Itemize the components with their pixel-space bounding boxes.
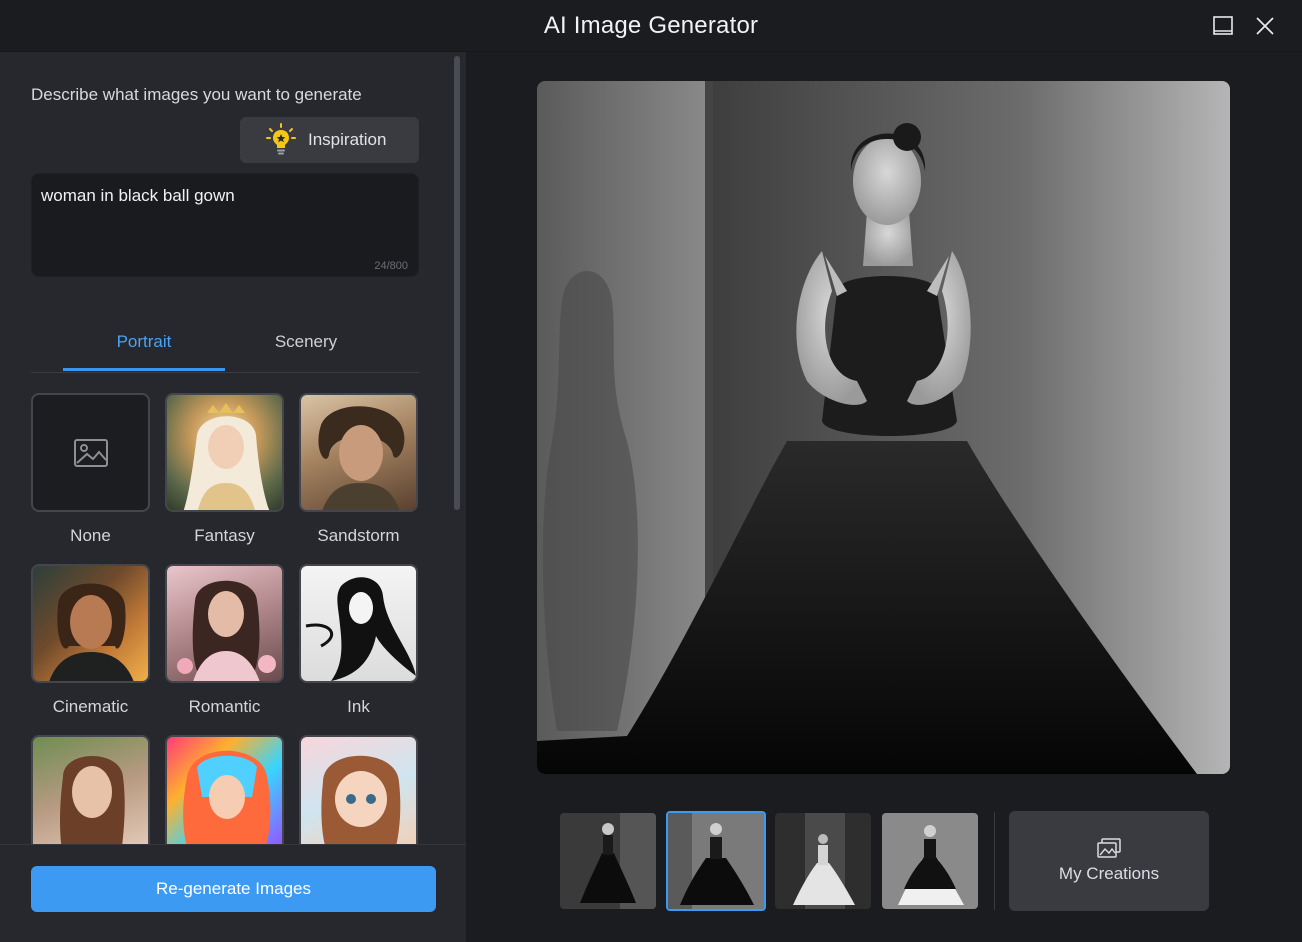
close-button[interactable] xyxy=(1251,12,1279,40)
my-creations-label: My Creations xyxy=(1058,864,1160,883)
window-title: AI Image Generator xyxy=(543,12,759,39)
active-tab-indicator xyxy=(63,368,225,371)
style-item-cinematic[interactable]: Cinematic xyxy=(31,564,150,717)
style-label: None xyxy=(70,526,111,545)
style-label: Sandstorm xyxy=(317,526,400,545)
style-thumb-colorful xyxy=(165,735,284,845)
thumbnail-divider xyxy=(994,812,995,910)
my-creations-button[interactable]: My Creations xyxy=(1009,811,1209,911)
result-thumbnail-1[interactable] xyxy=(560,813,656,909)
style-item-ink[interactable]: Ink xyxy=(299,564,418,717)
style-thumb-cinematic xyxy=(31,564,150,683)
style-thumb-sandstorm xyxy=(299,393,418,512)
action-bar: Re-generate Images xyxy=(0,844,466,942)
style-item-row3-1[interactable] xyxy=(31,735,150,845)
style-item-fantasy[interactable]: Fantasy xyxy=(165,393,284,546)
generated-image xyxy=(537,81,1230,774)
inspiration-button[interactable]: Inspiration xyxy=(240,117,419,163)
style-thumb-fantasy xyxy=(165,393,284,512)
regenerate-button[interactable]: Re-generate Images xyxy=(31,866,436,912)
style-thumb-natural xyxy=(31,735,150,845)
style-tabs: Portrait Scenery xyxy=(31,322,419,373)
maximize-icon xyxy=(1213,16,1233,35)
style-item-row3-2[interactable] xyxy=(165,735,284,845)
image-placeholder-icon xyxy=(73,438,108,467)
result-thumbnail-3[interactable] xyxy=(775,813,871,909)
style-label: Romantic xyxy=(188,697,261,716)
lightbulb-icon xyxy=(266,123,296,155)
result-thumbnail-4[interactable] xyxy=(882,813,978,909)
tab-scenery[interactable]: Scenery xyxy=(225,332,387,352)
style-label: Fantasy xyxy=(194,526,255,545)
style-item-sandstorm[interactable]: Sandstorm xyxy=(299,393,418,546)
character-counter: 24/800 xyxy=(374,260,408,272)
style-item-row3-3[interactable] xyxy=(299,735,418,845)
scrollbar-thumb[interactable] xyxy=(454,56,460,510)
maximize-button[interactable] xyxy=(1209,12,1237,40)
tab-portrait[interactable]: Portrait xyxy=(63,332,225,352)
inspiration-label: Inspiration xyxy=(308,130,387,149)
style-thumb-ink xyxy=(299,564,418,683)
style-thumb-romantic xyxy=(165,564,284,683)
settings-panel: Describe what images you want to generat… xyxy=(0,52,466,942)
prompt-field[interactable]: woman in black ball gown 24/800 xyxy=(31,173,419,277)
preview-panel: My Creations xyxy=(466,52,1302,942)
style-item-none[interactable]: None xyxy=(31,393,150,546)
style-label: Cinematic xyxy=(52,697,129,716)
style-thumb-none xyxy=(31,393,150,512)
prompt-label: Describe what images you want to generat… xyxy=(31,85,362,104)
title-bar: AI Image Generator xyxy=(0,0,1302,52)
style-grid: None Fantasy Sandstorm Cinematic Romanti… xyxy=(31,393,421,845)
style-item-romantic[interactable]: Romantic xyxy=(165,564,284,717)
result-thumbnail-2[interactable] xyxy=(666,811,766,911)
close-icon xyxy=(1256,17,1274,35)
style-label: Ink xyxy=(347,697,370,716)
prompt-input[interactable]: woman in black ball gown xyxy=(41,186,411,256)
gallery-icon xyxy=(1097,838,1121,858)
style-thumb-cartoon xyxy=(299,735,418,845)
